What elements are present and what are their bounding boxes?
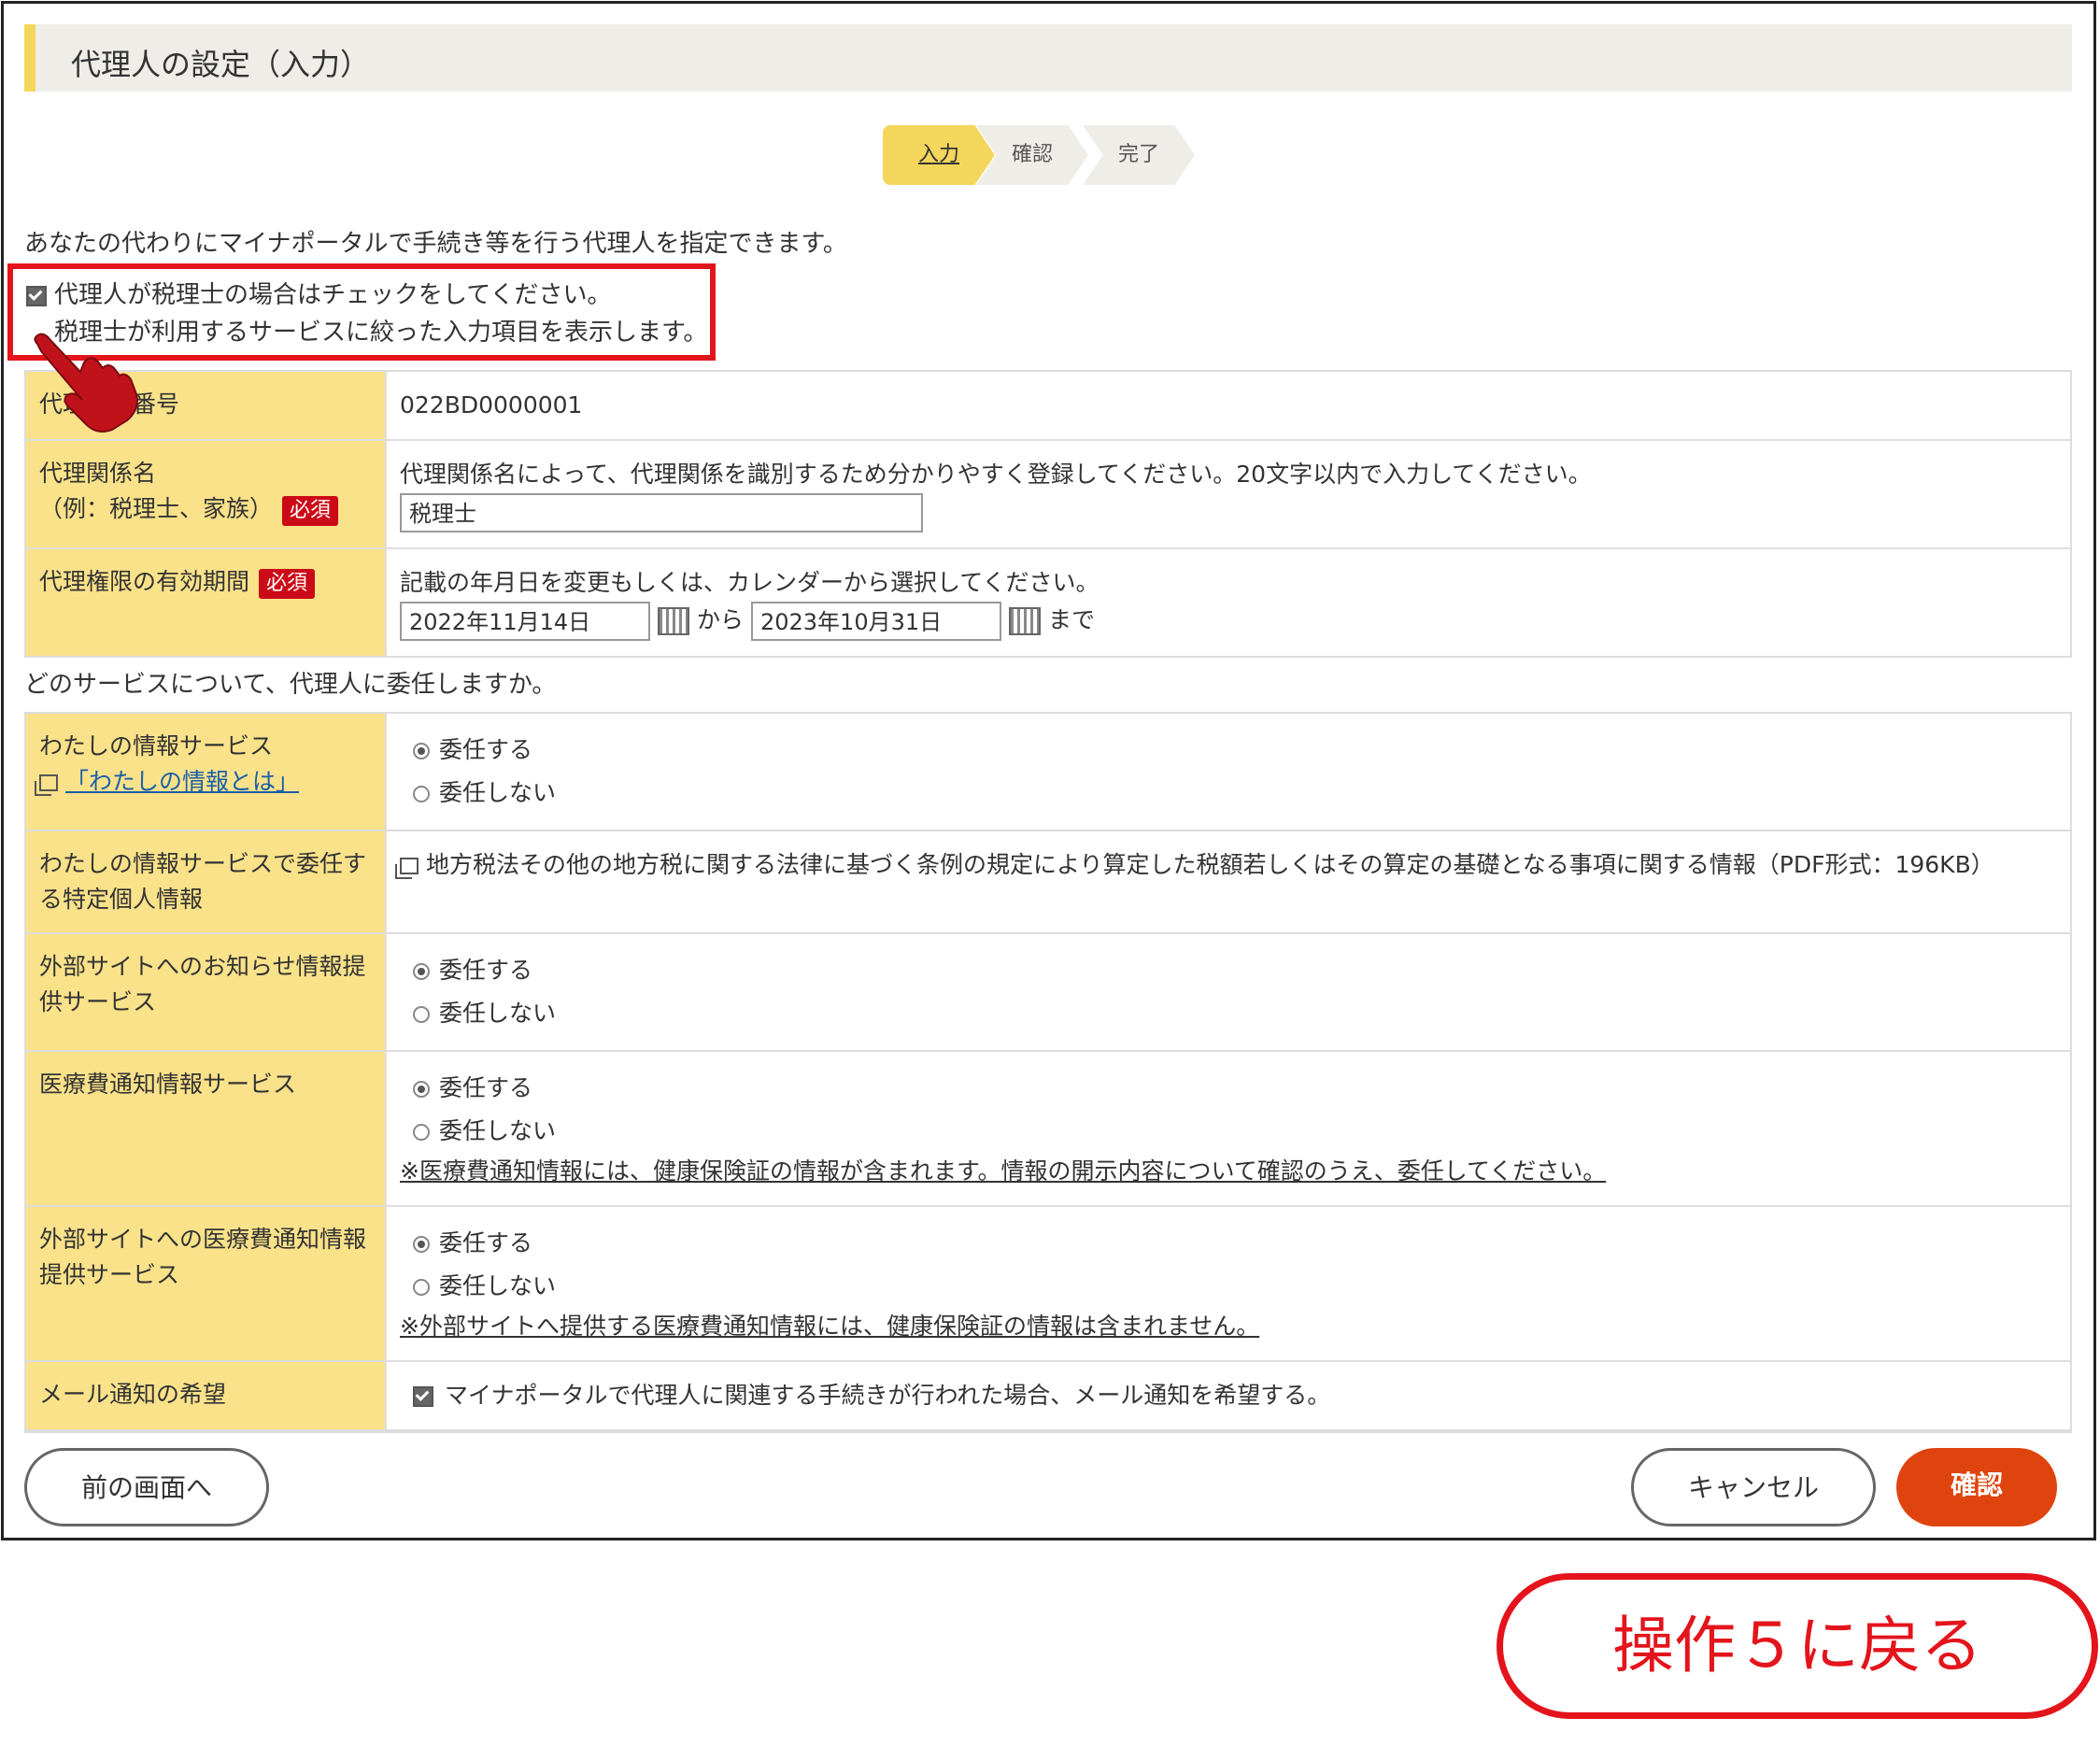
my-info-service-label-text: わたしの情報サービス: [39, 732, 274, 759]
mail-notification-checkbox[interactable]: [413, 1386, 433, 1407]
services-table: わたしの情報サービス 「わたしの情報とは」 委任する 委任しない わたしの情報サ…: [24, 712, 2072, 1431]
relation-name-label-text: 代理関係名: [39, 460, 157, 487]
page-title: 代理人の設定（入力）: [71, 47, 371, 82]
valid-period-label-text: 代理権限の有効期間: [39, 568, 250, 595]
pointing-hand-icon: [34, 333, 138, 433]
external-notice-options: 委任する 委任しない: [385, 932, 2072, 1052]
relation-name-help: 代理関係名によって、代理関係を識別するため分かりやすく登録してください。20文字…: [400, 461, 1592, 488]
agent-info-table: 代理関係番号 022BD0000001 代理関係名 （例：税理士、家族） 必須 代…: [24, 370, 2072, 658]
relation-name-input[interactable]: 税理士: [400, 493, 923, 532]
radio-option-not-delegate[interactable]: 委任しない: [400, 772, 2057, 815]
valid-period-cell: 記載の年月日を変更もしくは、カレンダーから選択してください。 2022年11月1…: [385, 547, 2072, 658]
medical-service-options: 委任する 委任しない ※医療費通知情報には、健康保険証の情報が含まれます。情報の…: [385, 1050, 2072, 1207]
end-date-input[interactable]: 2023年10月31日: [750, 602, 1001, 641]
agent-number-value: 022BD0000001: [385, 370, 2072, 441]
table-row: わたしの情報サービス 「わたしの情報とは」 委任する 委任しない: [24, 712, 2072, 831]
calendar-icon[interactable]: [1008, 607, 1041, 635]
my-info-specific-label: わたしの情報サービスで委任する特定個人情報: [24, 830, 387, 934]
table-row: メール通知の希望 マイナポータルで代理人に関連する手続きが行われた場合、メール通…: [24, 1360, 2072, 1431]
external-window-icon: [35, 774, 58, 796]
table-row: わたしの情報サービスで委任する特定個人情報 地方税法その他の地方税に関する法律に…: [24, 830, 2072, 934]
medical-note: ※医療費通知情報には、健康保険証の情報が含まれます。情報の開示内容について確認の…: [400, 1157, 1607, 1185]
radio-button[interactable]: [413, 1236, 430, 1253]
delegation-question: どのサービスについて、代理人に委任しますか。: [24, 671, 557, 699]
my-info-link[interactable]: 「わたしの情報とは」: [65, 768, 299, 795]
page-title-bar: 代理人の設定（入力）: [24, 24, 2072, 92]
radio-button[interactable]: [413, 1081, 430, 1098]
radio-option-not-delegate[interactable]: 委任しない: [400, 1110, 2057, 1153]
radio-button[interactable]: [413, 963, 430, 980]
radio-button[interactable]: [413, 1279, 430, 1296]
relation-name-cell: 代理関係名によって、代理関係を識別するため分かりやすく登録してください。20文字…: [385, 439, 2072, 549]
table-row: 外部サイトへのお知らせ情報提供サービス 委任する 委任しない: [24, 932, 2072, 1052]
table-row: 外部サイトへの医療費通知情報提供サービス 委任する 委任しない ※外部サイトへ提…: [24, 1205, 2072, 1362]
radio-option-delegate[interactable]: 委任する: [400, 729, 2057, 772]
my-info-service-options: 委任する 委任しない: [385, 712, 2072, 831]
intro-text: あなたの代わりにマイナポータルで手続き等を行う代理人を指定できます。: [24, 230, 847, 258]
radio-option-delegate[interactable]: 委任する: [400, 1222, 2057, 1265]
radio-button[interactable]: [413, 1006, 430, 1023]
divider: [24, 1431, 2072, 1433]
external-notice-label: 外部サイトへのお知らせ情報提供サービス: [24, 932, 387, 1052]
medical-service-label: 医療費通知情報サービス: [24, 1050, 387, 1207]
external-medical-options: 委任する 委任しない ※外部サイトへ提供する医療費通知情報には、健康保険証の情報…: [385, 1205, 2072, 1362]
table-row: 医療費通知情報サービス 委任する 委任しない ※医療費通知情報には、健康保険証の…: [24, 1050, 2072, 1207]
confirm-button[interactable]: 確認: [1896, 1448, 2057, 1526]
my-info-service-label: わたしの情報サービス 「わたしの情報とは」: [24, 712, 387, 831]
until-text: まで: [1047, 606, 1095, 633]
radio-option-delegate[interactable]: 委任する: [400, 949, 2057, 992]
radio-button[interactable]: [413, 1124, 430, 1141]
mail-notification-label: メール通知の希望: [24, 1360, 387, 1431]
relation-name-example: （例：税理士、家族）: [39, 495, 274, 522]
required-badge: 必須: [282, 496, 339, 526]
radio-button[interactable]: [413, 743, 430, 759]
radio-button[interactable]: [413, 786, 430, 802]
radio-option-delegate[interactable]: 委任する: [400, 1067, 2057, 1110]
required-badge: 必須: [259, 569, 316, 599]
start-date-input[interactable]: 2022年11月14日: [400, 602, 650, 641]
external-medical-label: 外部サイトへの医療費通知情報提供サービス: [24, 1205, 387, 1362]
valid-period-help: 記載の年月日を変更もしくは、カレンダーから選択してください。: [400, 569, 1100, 596]
from-text: から: [697, 606, 745, 633]
radio-option-not-delegate[interactable]: 委任しない: [400, 992, 2057, 1035]
mail-notification-text: マイナポータルで代理人に関連する手続きが行われた場合、メール通知を希望する。: [445, 1382, 1331, 1409]
table-row: 代理権限の有効期間 必須 記載の年月日を変更もしくは、カレンダーから選択してくださ…: [24, 547, 2072, 658]
back-to-step5-button[interactable]: 操作５に戻る: [1497, 1573, 2098, 1719]
my-info-specific-cell: 地方税法その他の地方税に関する法律に基づく条例の規定により算定した税額若しくはそ…: [385, 830, 2072, 934]
table-row: 代理関係番号 022BD0000001: [24, 370, 2072, 441]
step-input: 入力: [883, 125, 995, 185]
table-row: 代理関係名 （例：税理士、家族） 必須 代理関係名によって、代理関係を識別するため…: [24, 439, 2072, 549]
external-medical-note: ※外部サイトへ提供する医療費通知情報には、健康保険証の情報は含まれません。: [400, 1313, 1260, 1340]
cancel-button[interactable]: キャンセル: [1631, 1448, 1876, 1526]
my-info-specific-text[interactable]: 地方税法その他の地方税に関する法律に基づく条例の規定により算定した税額若しくはそ…: [426, 851, 1994, 878]
prev-screen-button[interactable]: 前の画面へ: [24, 1448, 269, 1526]
calendar-icon[interactable]: [658, 607, 689, 635]
mail-notification-cell[interactable]: マイナポータルで代理人に関連する手続きが行われた場合、メール通知を希望する。: [385, 1360, 2072, 1431]
external-window-icon: [395, 858, 419, 879]
relation-name-label: 代理関係名 （例：税理士、家族） 必須: [24, 439, 387, 549]
radio-option-not-delegate[interactable]: 委任しない: [400, 1265, 2057, 1308]
valid-period-label: 代理権限の有効期間 必須: [24, 547, 387, 658]
